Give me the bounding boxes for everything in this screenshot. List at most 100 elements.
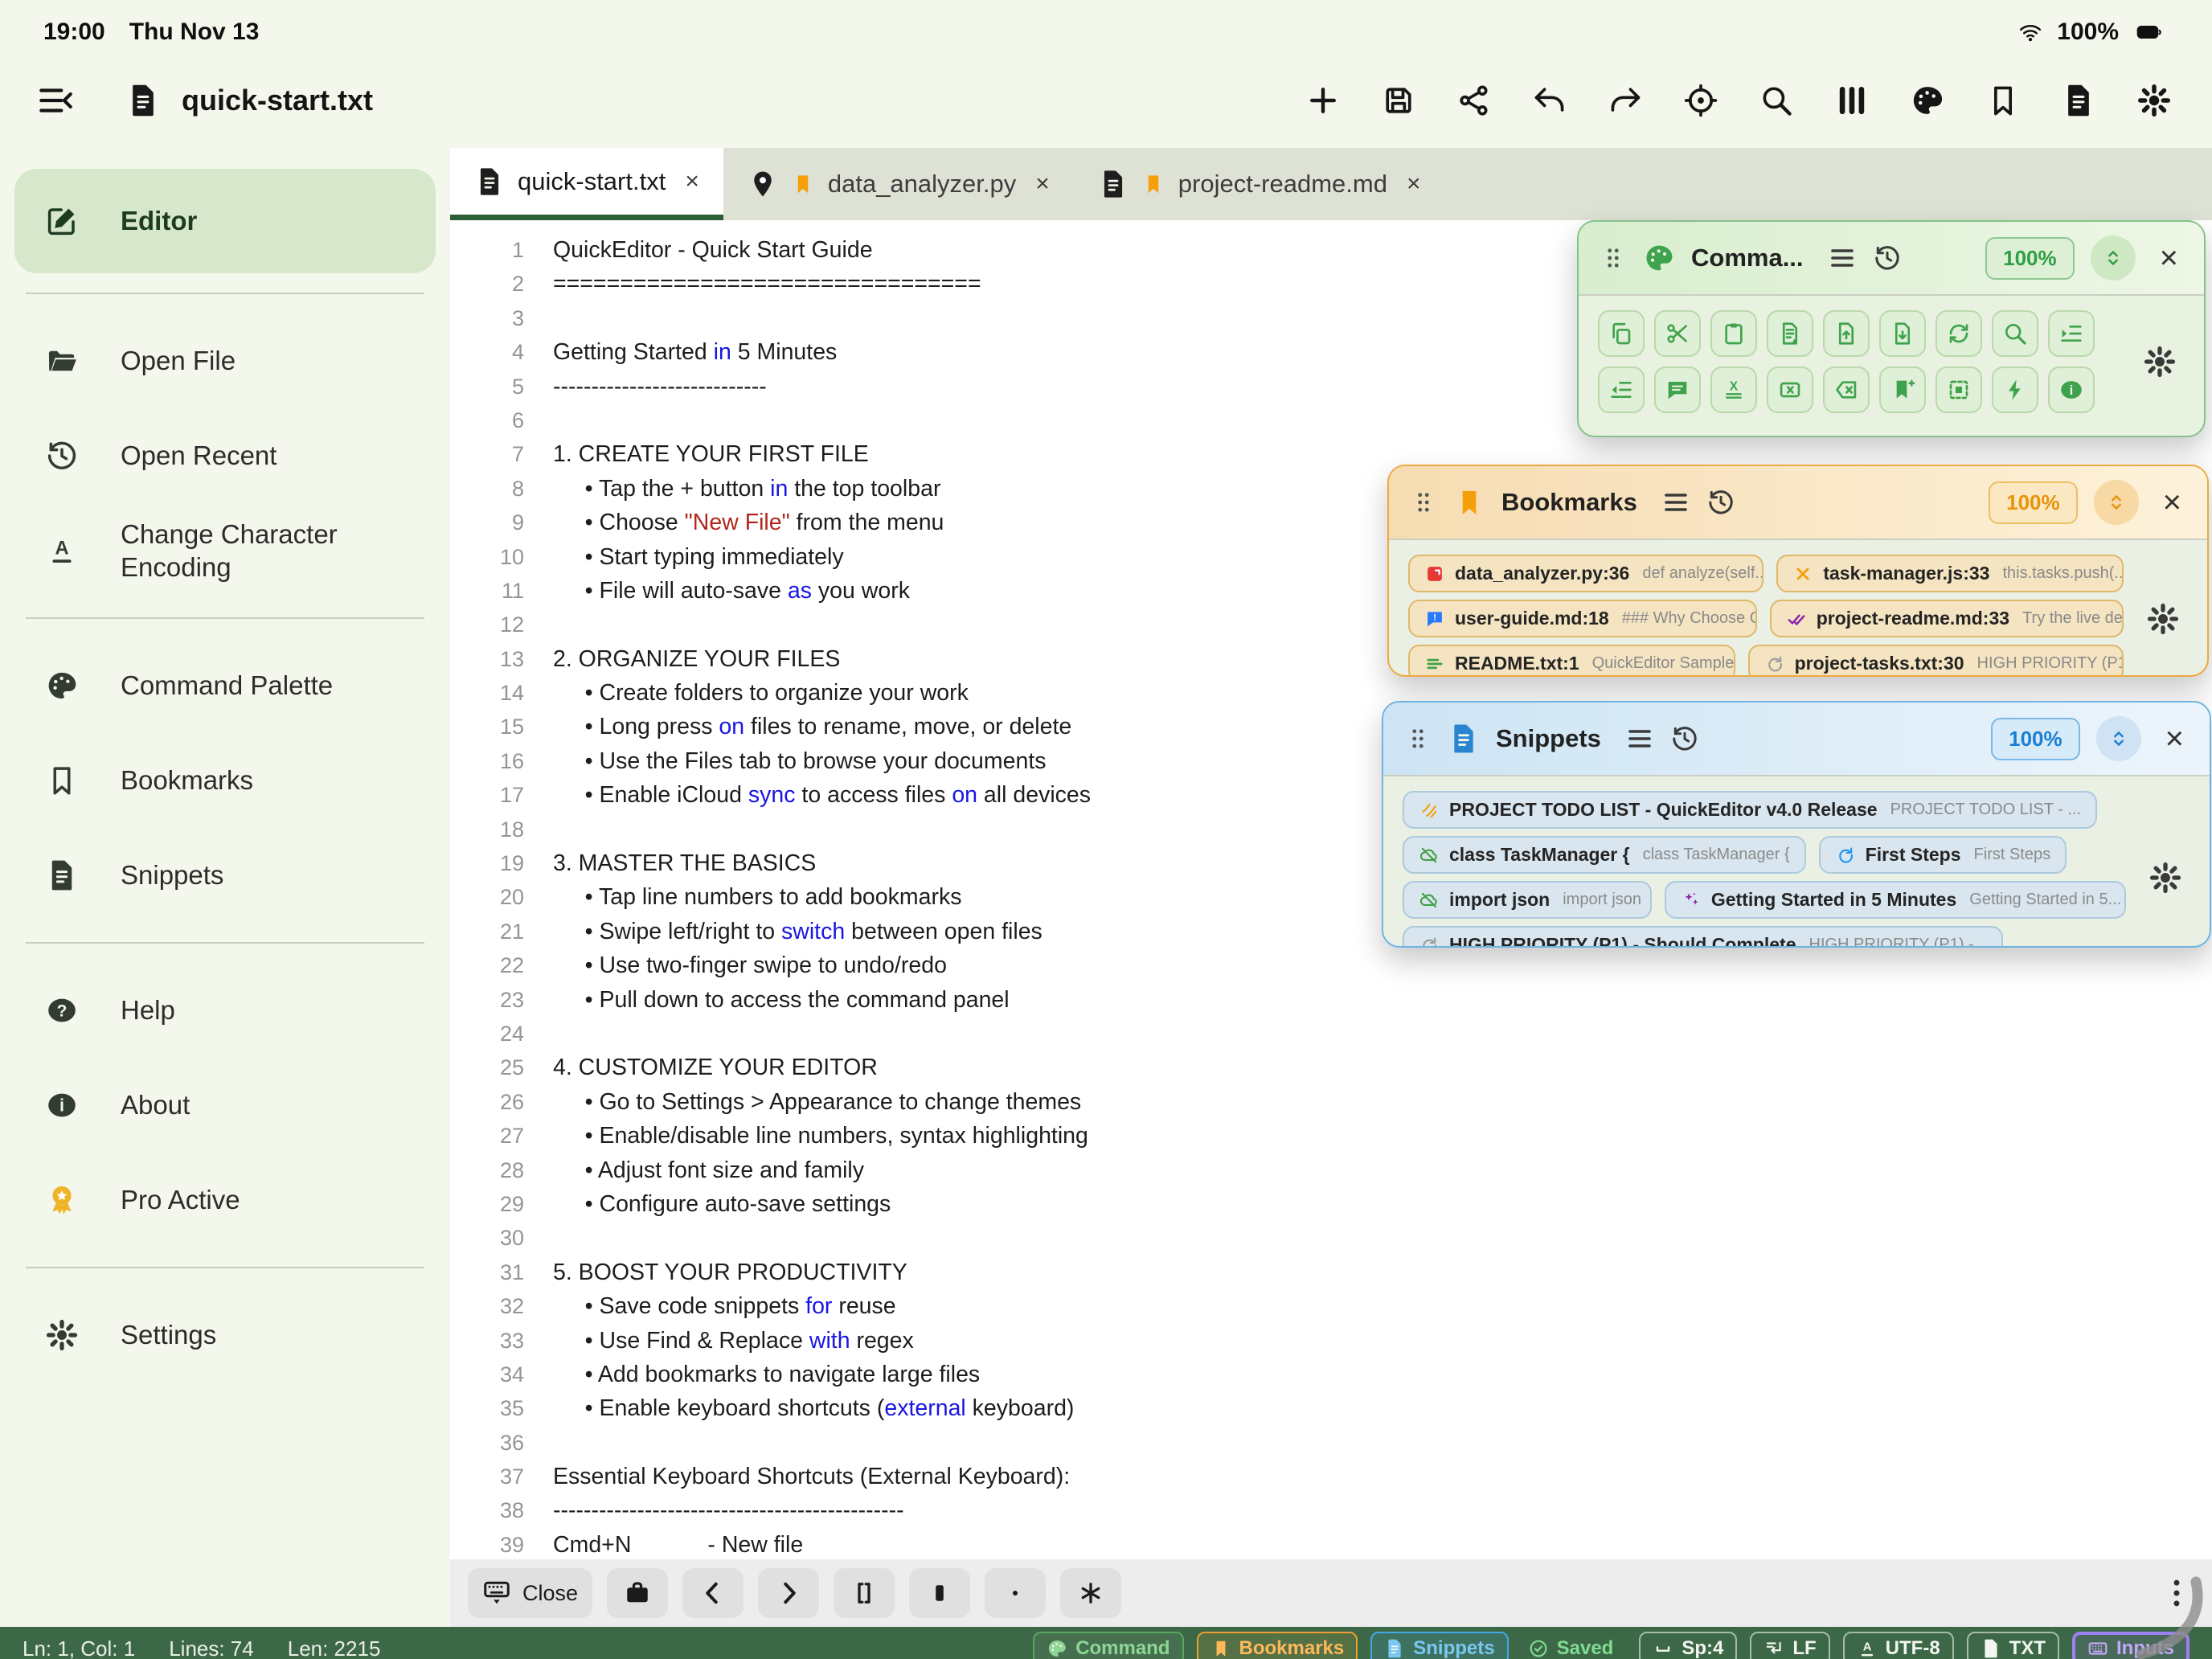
line-number[interactable]: 3 [477,301,524,335]
line-number[interactable]: 26 [477,1085,524,1119]
tab-project-readme-md[interactable]: project-readme.md× [1074,148,1445,220]
sidebar-item-bookmarks[interactable]: Bookmarks [14,733,436,828]
line-number[interactable]: 27 [477,1119,524,1153]
snippet-chip-getting-started-in-5-minutes[interactable]: Getting Started in 5 MinutesGetting Star… [1665,881,2126,919]
cmd-outdent-button[interactable] [1598,367,1645,413]
line-number[interactable]: 31 [477,1256,524,1289]
footer-chip-snippets[interactable]: Snippets [1370,1632,1508,1659]
footer-chip-command[interactable]: Command [1033,1632,1183,1659]
snippet-chip-import-json[interactable]: import jsonimport json [1403,881,1652,919]
tab-close-icon[interactable]: × [685,168,699,195]
line-number[interactable]: 10 [477,540,524,574]
line-number[interactable]: 13 [477,642,524,676]
line-number[interactable]: 18 [477,813,524,846]
bookmark-chip-data-analyzer-py-36[interactable]: data_analyzer.py:36def analyze(self... [1408,555,1763,592]
line-number[interactable]: 38 [477,1493,524,1527]
cmd-bolt-button[interactable] [1992,367,2038,413]
accessory-brackets-button[interactable] [834,1568,895,1618]
accessory-chev-left-button[interactable] [682,1568,743,1618]
drag-handle-icon[interactable] [1410,489,1437,516]
tab-close-icon[interactable]: × [1035,170,1050,198]
line-number[interactable]: 15 [477,710,524,743]
bookmark-chip-task-manager-js-33[interactable]: task-manager.js:33this.tasks.push(... [1776,555,2124,592]
layout-columns-button[interactable] [1834,83,1870,118]
close-panel-button[interactable]: × [2158,485,2186,519]
line-number[interactable]: 7 [477,437,524,471]
accessory-asterisk-button[interactable] [1060,1568,1121,1618]
line-number[interactable]: 29 [477,1187,524,1221]
footer-chip-lf[interactable]: LF [1750,1632,1829,1659]
line-number[interactable]: 39 [477,1528,524,1559]
drag-handle-icon[interactable] [1404,725,1432,752]
search-button[interactable] [1759,83,1794,118]
line-number[interactable]: 11 [477,574,524,608]
panel-settings-button[interactable] [2149,861,2182,895]
line-number[interactable]: 2 [477,267,524,301]
snippet-chip-high-priority-p1-should-complete[interactable]: HIGH PRIORITY (P1) - Should CompleteHIGH… [1403,926,2003,948]
keyboard-close-button[interactable]: Close [468,1568,592,1618]
cmd-search-button[interactable] [1992,310,2038,357]
cmd-indent-button[interactable] [2048,310,2095,357]
line-number[interactable]: 19 [477,846,524,880]
line-number[interactable]: 22 [477,948,524,982]
cmd-select-line-button[interactable] [1767,310,1813,357]
zoom-stepper[interactable] [2096,716,2141,761]
line-number[interactable]: 8 [477,472,524,506]
sidebar-item-open-recent[interactable]: Open Recent [14,408,436,503]
bookmark-chip-project-readme-md-33[interactable]: project-readme.md:33Try the live demo: [… [1770,600,2124,637]
footer-chip-txt[interactable]: TXT [1967,1632,2059,1659]
redo-button[interactable] [1608,83,1643,118]
line-number[interactable]: 24 [477,1017,524,1051]
line-number[interactable]: 1 [477,233,524,267]
line-number[interactable]: 23 [477,983,524,1017]
footer-chip-inputs[interactable]: Inputs [2072,1632,2189,1659]
bookmarks-button[interactable] [1985,83,2021,118]
command-palette-button[interactable] [1910,83,1945,118]
close-panel-button[interactable]: × [2161,722,2189,756]
sidebar-item-help[interactable]: ?Help [14,963,436,1058]
close-panel-button[interactable]: × [2155,241,2183,275]
list-view-button[interactable] [1625,724,1654,753]
zoom-stepper[interactable] [2091,236,2136,281]
line-number[interactable]: 32 [477,1289,524,1323]
line-number[interactable]: 28 [477,1153,524,1187]
snippet-chip-class-taskmanager[interactable]: class TaskManager {class TaskManager { [1403,836,1806,874]
accessory-block-button[interactable] [909,1568,970,1618]
zoom-stepper[interactable] [2094,480,2139,525]
bookmark-chip-project-tasks-txt-30[interactable]: project-tasks.txt:30HIGH PRIORITY (P1) -… [1748,645,2124,677]
cmd-refresh-button[interactable] [1936,310,1982,357]
tab-data-analyzer-py[interactable]: data_analyzer.py× [723,148,1074,220]
share-button[interactable] [1456,83,1492,118]
cmd-info-button[interactable]: i [2048,367,2095,413]
tab-close-icon[interactable]: × [1407,170,1421,198]
bookmark-chip-readme-txt-1[interactable]: README.txt:1QuickEditor Sample F... [1408,645,1735,677]
cmd-cut-button[interactable] [1654,310,1701,357]
sidebar-item-settings[interactable]: Settings [14,1288,436,1382]
line-number[interactable]: 30 [477,1221,524,1255]
goto-line-button[interactable] [1683,83,1718,118]
line-number[interactable]: 20 [477,880,524,914]
undo-button[interactable] [1532,83,1567,118]
line-number[interactable]: 33 [477,1324,524,1358]
footer-chip-utf-8[interactable]: AUTF-8 [1843,1632,1954,1659]
footer-chip-sp-4[interactable]: Sp:4 [1639,1632,1737,1659]
sidebar-item-snippets[interactable]: Snippets [14,828,436,923]
accessory-briefcase-button[interactable] [607,1568,668,1618]
bookmark-chip-user-guide-md-18[interactable]: !user-guide.md:18### Why Choose Quick... [1408,600,1757,637]
line-number[interactable]: 25 [477,1051,524,1084]
line-number[interactable]: 4 [477,335,524,369]
cmd-copy-button[interactable] [1598,310,1645,357]
more-options-button[interactable] [2159,1575,2194,1611]
line-number[interactable]: 16 [477,744,524,778]
drag-handle-icon[interactable] [1600,244,1627,272]
list-view-button[interactable] [1661,488,1690,517]
sidebar-item-about[interactable]: iAbout [14,1058,436,1153]
cmd-paste-button[interactable] [1710,310,1757,357]
sidebar-item-pro-active[interactable]: Pro Active [14,1153,436,1247]
line-number[interactable]: 5 [477,370,524,403]
line-number[interactable]: 36 [477,1426,524,1460]
snippet-chip-first-steps[interactable]: First StepsFirst Steps [1819,836,2067,874]
cmd-bookmark-add-button[interactable] [1879,367,1926,413]
cmd-page-down-button[interactable] [1879,310,1926,357]
sidebar-item-open-file[interactable]: Open File [14,313,436,408]
